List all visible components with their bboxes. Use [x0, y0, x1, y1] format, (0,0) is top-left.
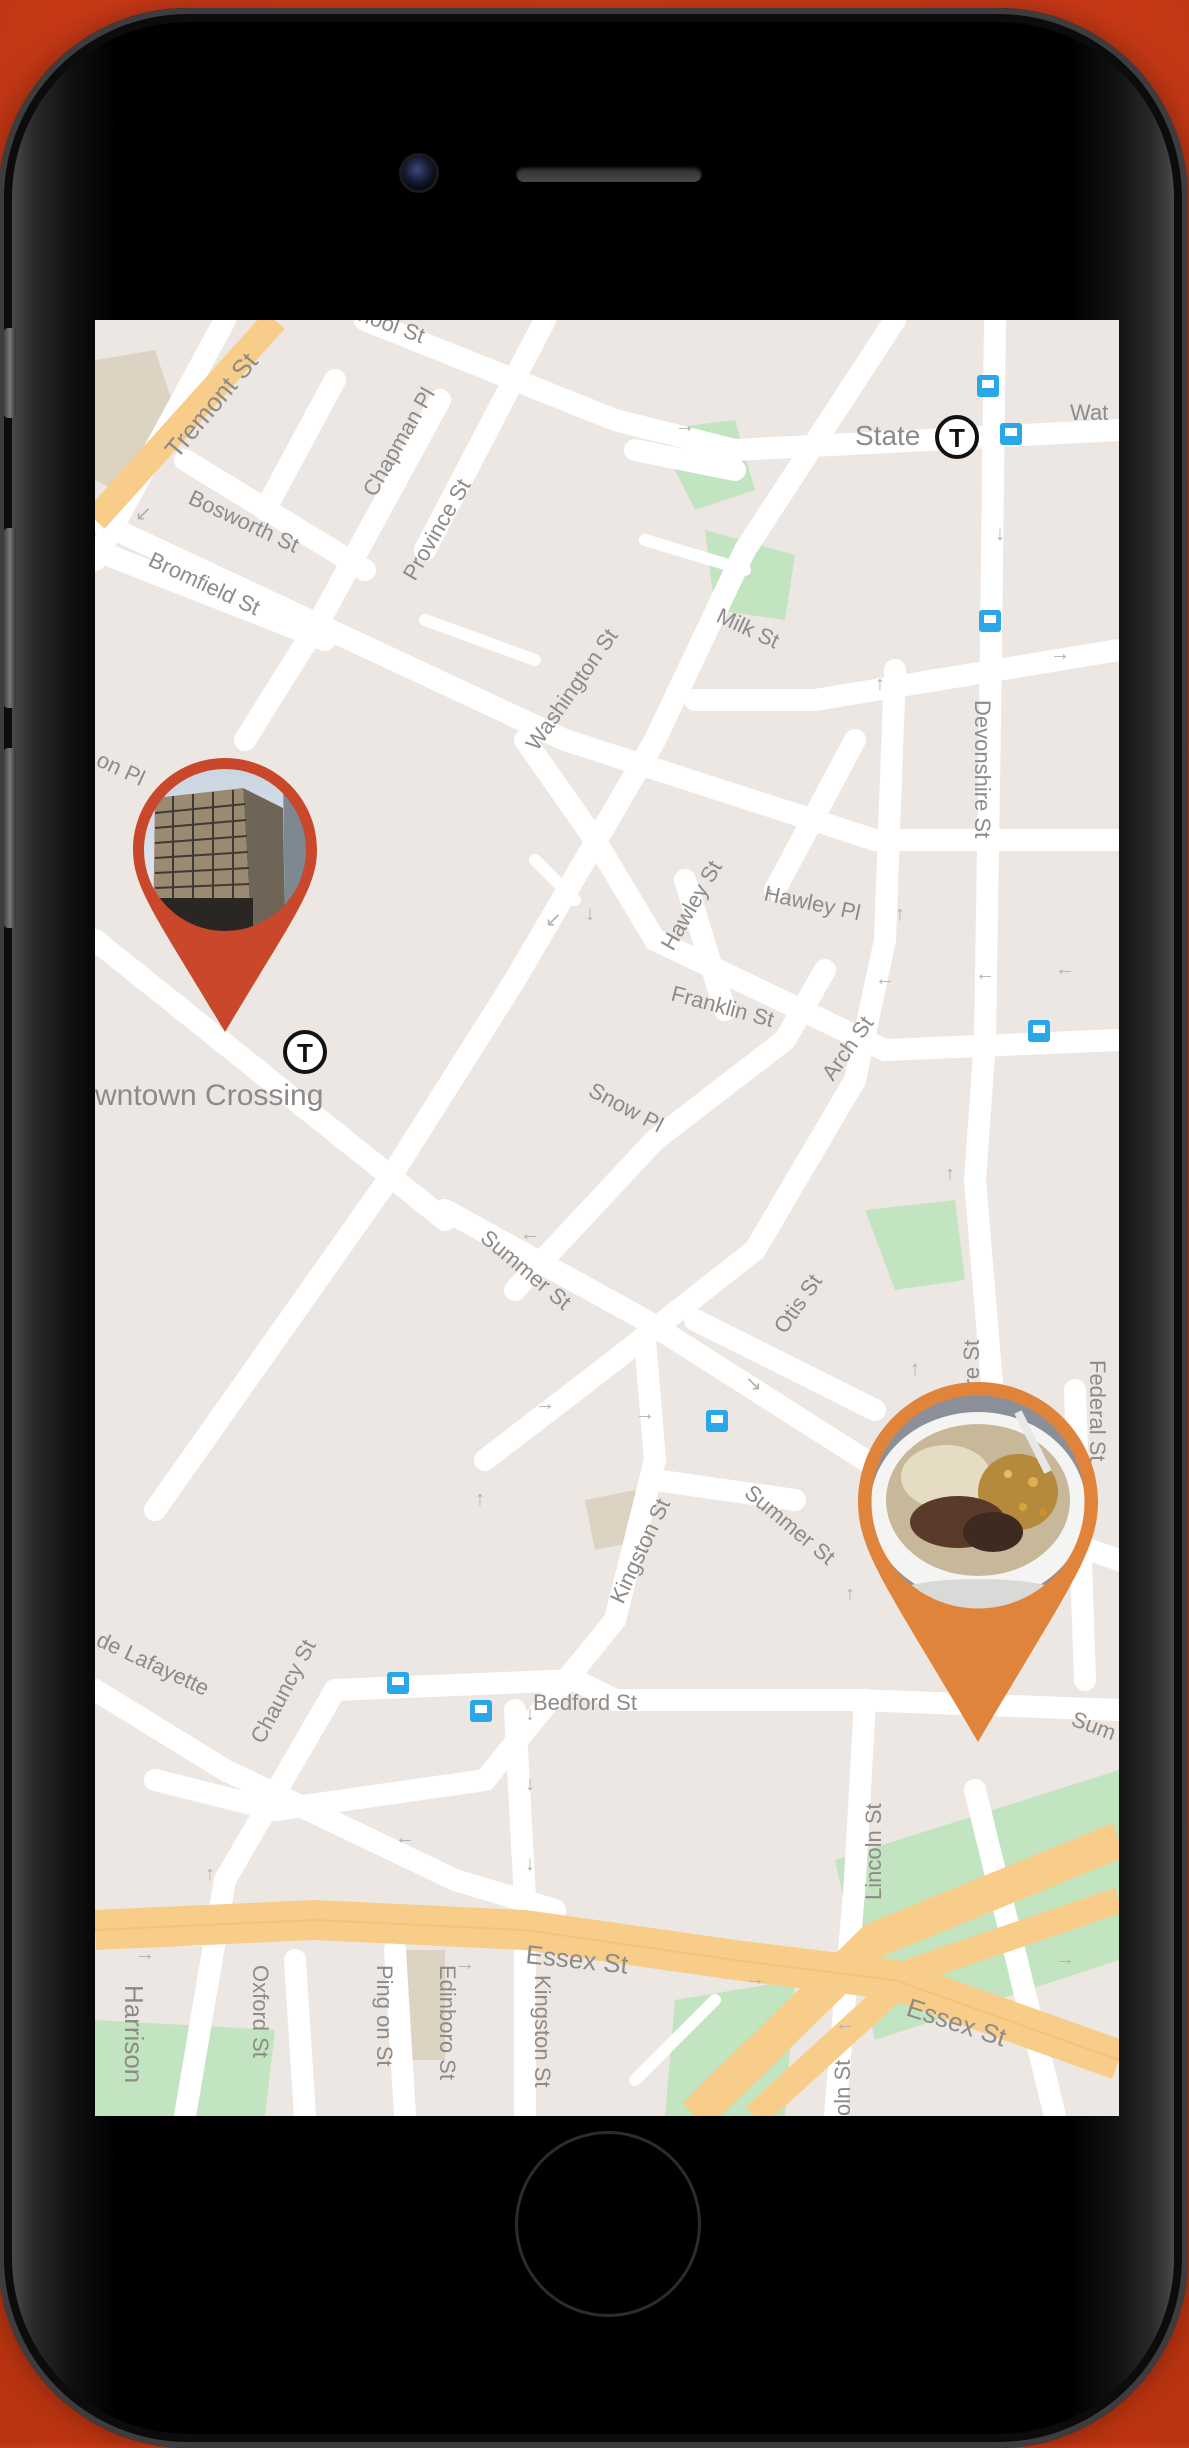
svg-text:←: ←	[1055, 958, 1075, 980]
svg-text:←: ←	[395, 1827, 415, 1849]
bus-stop-icon	[470, 1700, 492, 1722]
bus-stop-icon	[706, 1410, 728, 1432]
food-photo-pin[interactable]	[858, 1382, 1098, 1742]
label-ping-on-st: Ping on St	[372, 1965, 397, 2067]
svg-text:↓: ↓	[525, 1773, 535, 1795]
svg-text:→: →	[745, 1968, 765, 1990]
station-label-downtown-crossing: wntown Crossing	[95, 1079, 323, 1112]
svg-text:→: →	[535, 1393, 555, 1415]
label-lincoln-st: Lincoln St	[861, 1803, 886, 1900]
svg-text:↑: ↑	[895, 903, 905, 925]
street-map[interactable]: → → ↑ ↑ ↑ ↑ ↑ ↑ → → ↘ ← ← ← ↑ ↓ ↓ ← → ←	[95, 320, 1119, 2116]
label-oxford-st: Oxford St	[248, 1965, 273, 2058]
station-label-state: State	[855, 420, 920, 451]
svg-text:→: →	[1050, 643, 1070, 665]
svg-text:↓: ↓	[995, 523, 1005, 545]
volume-up-button	[4, 528, 16, 708]
transit-t-letter: T	[297, 1038, 313, 1068]
transit-t-letter: T	[949, 423, 965, 453]
front-camera	[402, 156, 436, 190]
svg-text:↓: ↓	[585, 903, 595, 925]
building-photo-pin[interactable]	[133, 758, 317, 1032]
bus-stop-icon	[979, 610, 1001, 632]
label-water: Wat	[1070, 400, 1108, 425]
svg-text:↑: ↑	[945, 1163, 955, 1185]
svg-text:→: →	[1055, 1948, 1075, 1970]
svg-text:↙: ↙	[545, 909, 562, 931]
bus-stop-icon	[387, 1672, 409, 1694]
svg-text:↑: ↑	[205, 1863, 215, 1885]
svg-text:↘: ↘	[745, 1373, 762, 1395]
label-harrison: Harrison	[119, 1985, 149, 2083]
earpiece-speaker	[516, 166, 702, 182]
map-screen[interactable]: → → ↑ ↑ ↑ ↑ ↑ ↑ → → ↘ ← ← ← ↑ ↓ ↓ ← → ←	[95, 320, 1119, 2116]
phone-frame: → → ↑ ↑ ↑ ↑ ↑ ↑ → → ↘ ← ← ← ↑ ↓ ↓ ← → ←	[0, 8, 1188, 2448]
svg-text:↑: ↑	[845, 1583, 855, 1605]
label-edinboro-st: Edinboro St	[435, 1965, 460, 2080]
home-button[interactable]	[515, 2131, 701, 2317]
svg-text:←: ←	[975, 963, 995, 985]
label-lincoln-st-2: oln St	[830, 2060, 855, 2116]
label-bedford-st: Bedford St	[533, 1690, 637, 1715]
mute-switch	[4, 328, 16, 418]
svg-text:↑: ↑	[875, 673, 885, 695]
svg-text:←: ←	[835, 2013, 855, 2035]
volume-down-button	[4, 748, 16, 928]
svg-text:→: →	[675, 415, 695, 437]
svg-text:↑: ↑	[910, 1358, 920, 1380]
bus-stop-icon	[1000, 423, 1022, 445]
svg-text:↙: ↙	[135, 503, 152, 525]
label-devonshire-st: Devonshire St	[970, 700, 995, 838]
label-kingston-st-2: Kingston St	[530, 1975, 555, 2088]
bus-stop-icon	[1028, 1020, 1050, 1042]
svg-text:↑: ↑	[475, 1488, 485, 1510]
svg-text:↓: ↓	[525, 1853, 535, 1875]
svg-text:←: ←	[875, 968, 895, 990]
bus-stop-icon	[977, 375, 999, 397]
svg-text:←: ←	[520, 1223, 540, 1245]
svg-text:→: →	[635, 1403, 655, 1425]
svg-text:→: →	[135, 1943, 155, 1965]
